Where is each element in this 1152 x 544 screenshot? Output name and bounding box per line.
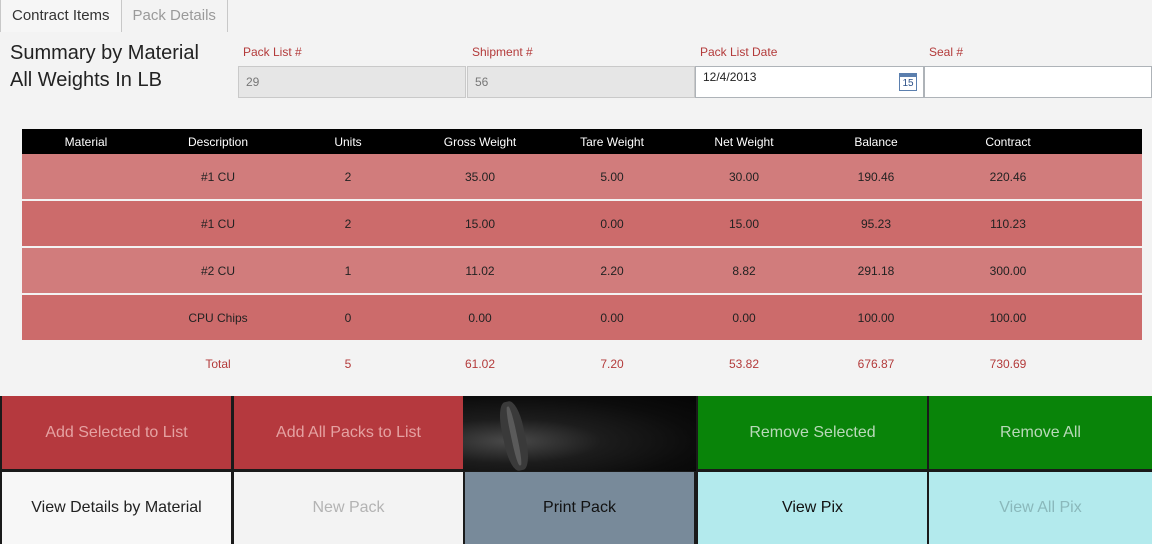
cell-units: 2	[344, 169, 352, 184]
cell-balance: 190.46	[857, 169, 895, 184]
cell-contract: 100.00	[989, 310, 1027, 325]
tab-bar: Contract Items Pack Details	[0, 0, 228, 32]
remove-selected-button[interactable]: Remove Selected	[698, 396, 927, 469]
cell-net-weight: 30.00	[728, 169, 760, 184]
cell-description: #2 CU	[200, 263, 235, 278]
totals-row: Total 5 61.02 7.20 53.82 676.87 730.69	[22, 357, 1142, 375]
table-header: Material Description Units Gross Weight …	[22, 129, 1142, 154]
cell-description: CPU Chips	[188, 310, 248, 325]
shipment-field	[467, 66, 695, 98]
cell-tare-weight: 0.00	[600, 216, 624, 231]
total-tare-weight: 7.20	[600, 357, 624, 371]
remove-all-button[interactable]: Remove All	[929, 396, 1152, 469]
cell-net-weight: 0.00	[732, 310, 756, 325]
cell-gross-weight: 0.00	[468, 310, 492, 325]
cell-balance: 95.23	[860, 216, 892, 231]
pack-list-date-label: Pack List Date	[700, 45, 778, 59]
cell-tare-weight: 2.20	[600, 263, 624, 278]
header-units[interactable]: Units	[286, 135, 410, 149]
cell-gross-weight: 11.02	[465, 263, 495, 278]
add-all-packs-to-list-button[interactable]: Add All Packs to List	[234, 396, 463, 469]
header-description[interactable]: Description	[150, 135, 286, 149]
cell-units: 0	[344, 310, 352, 325]
print-pack-button[interactable]: Print Pack	[465, 472, 694, 544]
total-units: 5	[344, 357, 352, 371]
summary-title: Summary by Material	[10, 42, 199, 64]
header-tare-weight[interactable]: Tare Weight	[550, 135, 674, 149]
cell-units: 2	[344, 216, 352, 231]
calendar-icon[interactable]: 15	[899, 73, 917, 91]
new-pack-button[interactable]: New Pack	[234, 472, 463, 544]
cell-contract: 220.46	[989, 169, 1027, 184]
table-body: #1 CU 2 35.00 5.00 30.00 190.46 220.46 #…	[22, 154, 1142, 342]
summary-units-note: All Weights In LB	[10, 69, 162, 91]
cell-units: 1	[344, 263, 352, 278]
tab-contract-items[interactable]: Contract Items	[0, 0, 122, 32]
table-row[interactable]: CPU Chips 0 0.00 0.00 0.00 100.00 100.00	[22, 295, 1142, 342]
cell-description: #1 CU	[200, 216, 235, 231]
header-contract[interactable]: Contract	[938, 135, 1078, 149]
cell-balance: 291.18	[857, 263, 895, 278]
cell-balance: 100.00	[857, 310, 895, 325]
cell-gross-weight: 35.00	[464, 169, 496, 184]
summary-heading: Summary by Material All Weights In LB	[10, 40, 199, 94]
shipment-label: Shipment #	[472, 45, 533, 59]
materials-table: Material Description Units Gross Weight …	[22, 129, 1142, 342]
pack-list-date-field[interactable]	[695, 66, 924, 98]
pack-list-field	[238, 66, 466, 98]
seal-field[interactable]	[924, 66, 1152, 98]
total-gross-weight: 61.02	[464, 357, 496, 371]
total-contract: 730.69	[989, 357, 1027, 371]
view-details-by-material-button[interactable]: View Details by Material	[2, 472, 231, 544]
add-selected-to-list-button[interactable]: Add Selected to List	[2, 396, 231, 469]
cell-tare-weight: 0.00	[600, 310, 624, 325]
seal-label: Seal #	[929, 45, 964, 59]
total-balance: 676.87	[857, 357, 895, 371]
table-row[interactable]: #2 CU 1 11.02 2.20 8.82 291.18 300.00	[22, 248, 1142, 295]
total-net-weight: 53.82	[728, 357, 760, 371]
pack-list-date-picker[interactable]: 15	[695, 66, 924, 98]
tab-pack-details[interactable]: Pack Details	[122, 0, 228, 32]
cell-gross-weight: 15.00	[464, 216, 496, 231]
table-row[interactable]: #1 CU 2 15.00 0.00 15.00 95.23 110.23	[22, 201, 1142, 248]
cell-net-weight: 15.00	[728, 216, 760, 231]
cell-description: #1 CU	[200, 169, 235, 184]
total-material	[22, 357, 150, 375]
table-row[interactable]: #1 CU 2 35.00 5.00 30.00 190.46 220.46	[22, 154, 1142, 201]
total-label: Total	[205, 357, 231, 371]
cell-net-weight: 8.82	[732, 263, 756, 278]
header-material[interactable]: Material	[22, 135, 150, 149]
cell-contract: 110.23	[990, 216, 1026, 231]
pack-list-label: Pack List #	[243, 45, 302, 59]
decorative-photo	[463, 396, 696, 471]
header-balance[interactable]: Balance	[814, 135, 938, 149]
view-pix-button[interactable]: View Pix	[698, 472, 927, 544]
cell-contract: 300.00	[989, 263, 1027, 278]
cell-tare-weight: 5.00	[600, 169, 624, 184]
header-net-weight[interactable]: Net Weight	[674, 135, 814, 149]
view-all-pix-button[interactable]: View All Pix	[929, 472, 1152, 544]
header-gross-weight[interactable]: Gross Weight	[410, 135, 550, 149]
